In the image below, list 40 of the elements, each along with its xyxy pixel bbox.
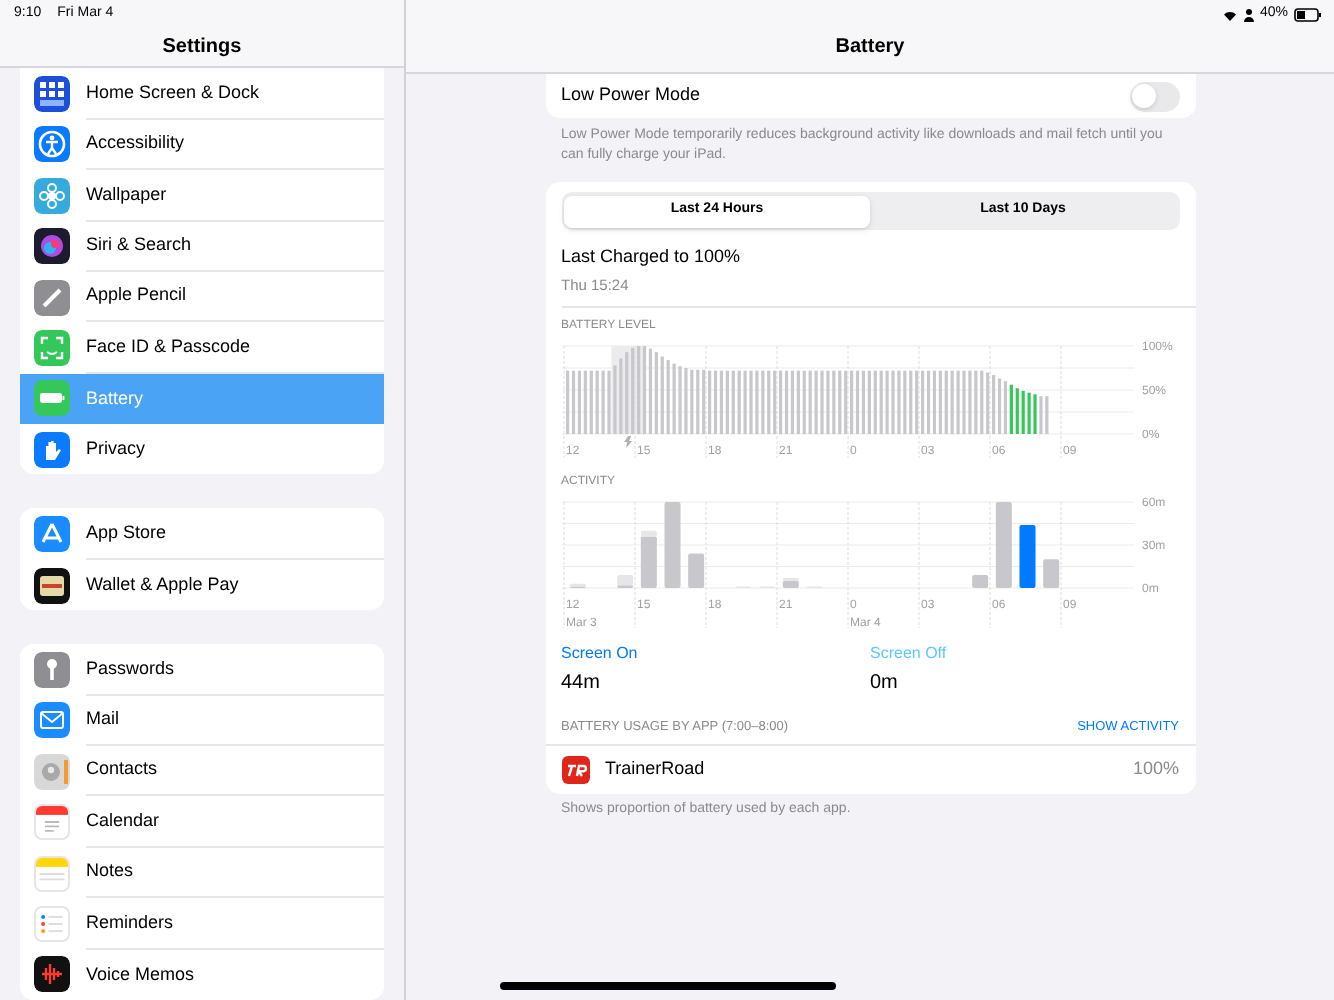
calendar-icon	[34, 804, 70, 841]
sidebar-title: Settings	[160, 34, 244, 62]
waveform-icon	[34, 956, 70, 993]
wifi-icon	[1221, 8, 1238, 22]
person-icon	[34, 126, 70, 163]
notepad-icon	[34, 855, 70, 892]
key-icon	[34, 651, 70, 688]
hand-icon	[34, 431, 70, 468]
battery-icon	[34, 380, 70, 417]
activity-bar	[1018, 524, 1035, 588]
app-name: TrainerRoad	[605, 755, 707, 782]
app-logo-icon	[561, 755, 589, 783]
activity-bar	[994, 501, 1011, 588]
screen-time-value: 0m	[870, 669, 900, 698]
app-usage-row[interactable]: TrainerRoad 100%	[545, 745, 1195, 793]
flower-icon	[34, 177, 70, 214]
envelope-icon	[34, 702, 70, 739]
screen-time-label: Screen Off	[870, 641, 949, 666]
charging-icon	[623, 435, 632, 448]
grid-icon	[34, 76, 70, 113]
app-store-icon	[34, 516, 70, 553]
contact-card-icon	[34, 753, 70, 790]
list-icon	[34, 905, 70, 942]
wallet-icon	[34, 567, 70, 604]
app-percent: 100%	[1132, 755, 1179, 782]
pencil-icon	[34, 279, 70, 316]
toggle-label: Low Power Mode	[561, 82, 701, 109]
activity-bar	[687, 553, 704, 588]
activity-bar	[1042, 558, 1059, 588]
battery-icon	[1294, 8, 1322, 22]
low-power-toggle[interactable]	[1129, 81, 1179, 111]
person-icon	[1243, 8, 1254, 22]
face-icon	[34, 330, 70, 366]
screen-time-label: Screen On	[561, 641, 640, 666]
last-charged-title: Last Charged to 100%	[559, 244, 743, 270]
activity-bar	[663, 501, 680, 588]
orb-icon	[34, 228, 70, 265]
activity-bar	[971, 574, 988, 588]
page-title: Battery	[833, 34, 907, 62]
screen-time-value: 44m	[561, 669, 602, 698]
